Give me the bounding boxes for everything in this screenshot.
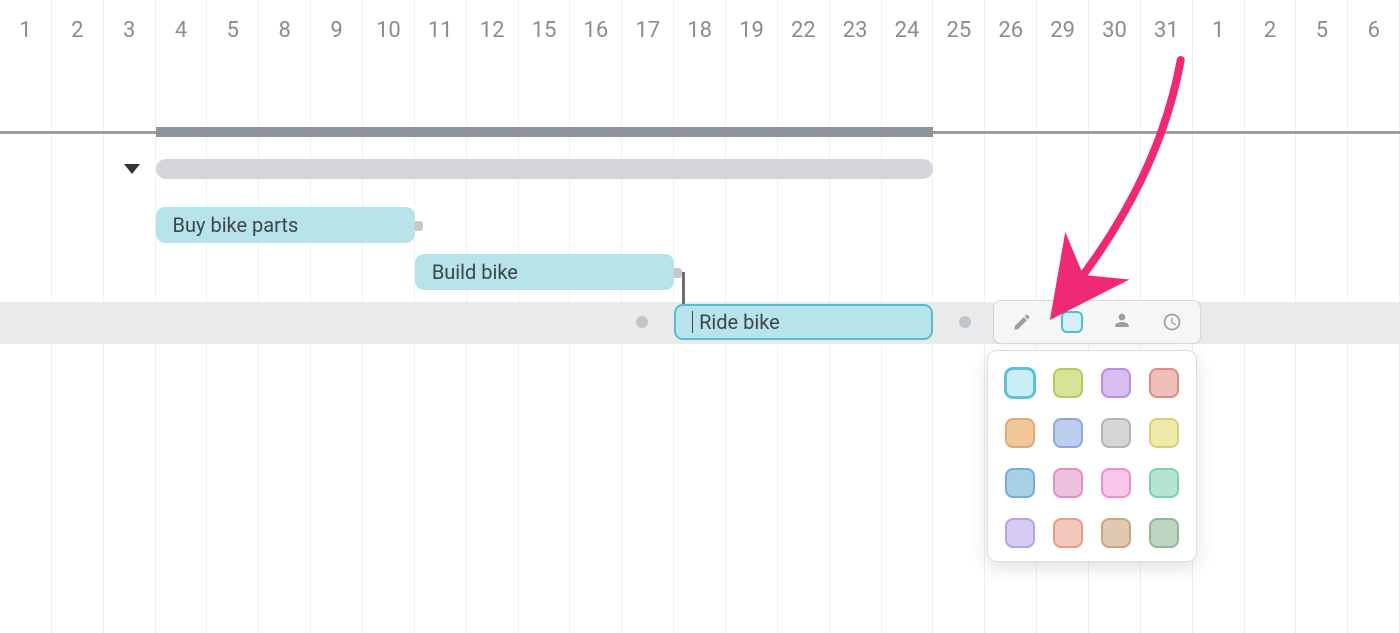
task-label: Build bike (432, 260, 518, 284)
task-bar-buy[interactable]: Buy bike parts (156, 207, 415, 243)
color-swatch[interactable] (1053, 518, 1083, 548)
color-swatch[interactable] (1101, 468, 1131, 498)
day-number: 25 (947, 18, 972, 43)
person-icon (1112, 312, 1132, 332)
assign-button[interactable] (1097, 304, 1147, 340)
day-number: 15 (532, 18, 557, 43)
day-number: 3 (123, 18, 135, 43)
color-swatch[interactable] (1149, 518, 1179, 548)
day-number: 26 (998, 18, 1023, 43)
day-number: 23 (843, 18, 868, 43)
edit-button[interactable] (997, 304, 1047, 340)
task-label: Ride bike (699, 310, 780, 334)
day-number: 11 (428, 18, 453, 43)
task-bar-ride[interactable]: Ride bike (674, 304, 933, 340)
day-number: 6 (1368, 18, 1380, 43)
color-swatch[interactable] (1101, 418, 1131, 448)
color-swatch[interactable] (1053, 418, 1083, 448)
day-number: 8 (279, 18, 291, 43)
day-number: 24 (895, 18, 920, 43)
pencil-icon (1012, 312, 1032, 332)
day-number: 31 (1154, 18, 1179, 43)
group-collapse-toggle[interactable] (124, 164, 140, 174)
task-connector-nub (415, 221, 423, 231)
group-summary-bar[interactable] (156, 159, 934, 179)
day-number: 9 (330, 18, 342, 43)
text-cursor (692, 311, 693, 333)
color-swatch[interactable] (1101, 518, 1131, 548)
day-number: 2 (71, 18, 83, 43)
day-number: 1 (1212, 18, 1224, 43)
color-swatch[interactable] (1053, 368, 1083, 398)
day-number: 29 (1050, 18, 1075, 43)
color-swatch[interactable] (1005, 368, 1035, 398)
day-number: 19 (739, 18, 764, 43)
color-swatch[interactable] (1005, 468, 1035, 498)
gantt-chart: 1234589101112151617181922232425262930311… (0, 0, 1400, 633)
day-number: 17 (635, 18, 660, 43)
color-swatch[interactable] (1101, 368, 1131, 398)
day-number: 5 (227, 18, 239, 43)
color-swatch[interactable] (1149, 368, 1179, 398)
day-number: 30 (1102, 18, 1127, 43)
color-button[interactable] (1047, 304, 1097, 340)
day-number: 16 (584, 18, 609, 43)
clock-icon (1162, 312, 1182, 332)
day-number: 4 (175, 18, 187, 43)
color-swatch[interactable] (1053, 468, 1083, 498)
schedule-button[interactable] (1147, 304, 1197, 340)
task-bar-build[interactable]: Build bike (415, 254, 674, 290)
day-number: 10 (376, 18, 401, 43)
color-swatch-icon (1061, 311, 1083, 333)
project-summary-bar[interactable] (156, 127, 934, 137)
task-toolbar (993, 300, 1201, 344)
color-swatch[interactable] (1149, 418, 1179, 448)
color-picker-popover (987, 350, 1197, 562)
day-number: 5 (1316, 18, 1328, 43)
color-swatch[interactable] (1005, 418, 1035, 448)
task-connector-nub (674, 268, 682, 278)
color-swatch[interactable] (1149, 468, 1179, 498)
task-left-handle[interactable] (636, 316, 648, 328)
day-number: 12 (480, 18, 505, 43)
color-swatch[interactable] (1005, 518, 1035, 548)
day-number: 2 (1264, 18, 1276, 43)
day-number: 1 (19, 18, 31, 43)
day-number: 18 (687, 18, 712, 43)
day-number: 22 (791, 18, 816, 43)
task-label: Buy bike parts (173, 213, 299, 237)
